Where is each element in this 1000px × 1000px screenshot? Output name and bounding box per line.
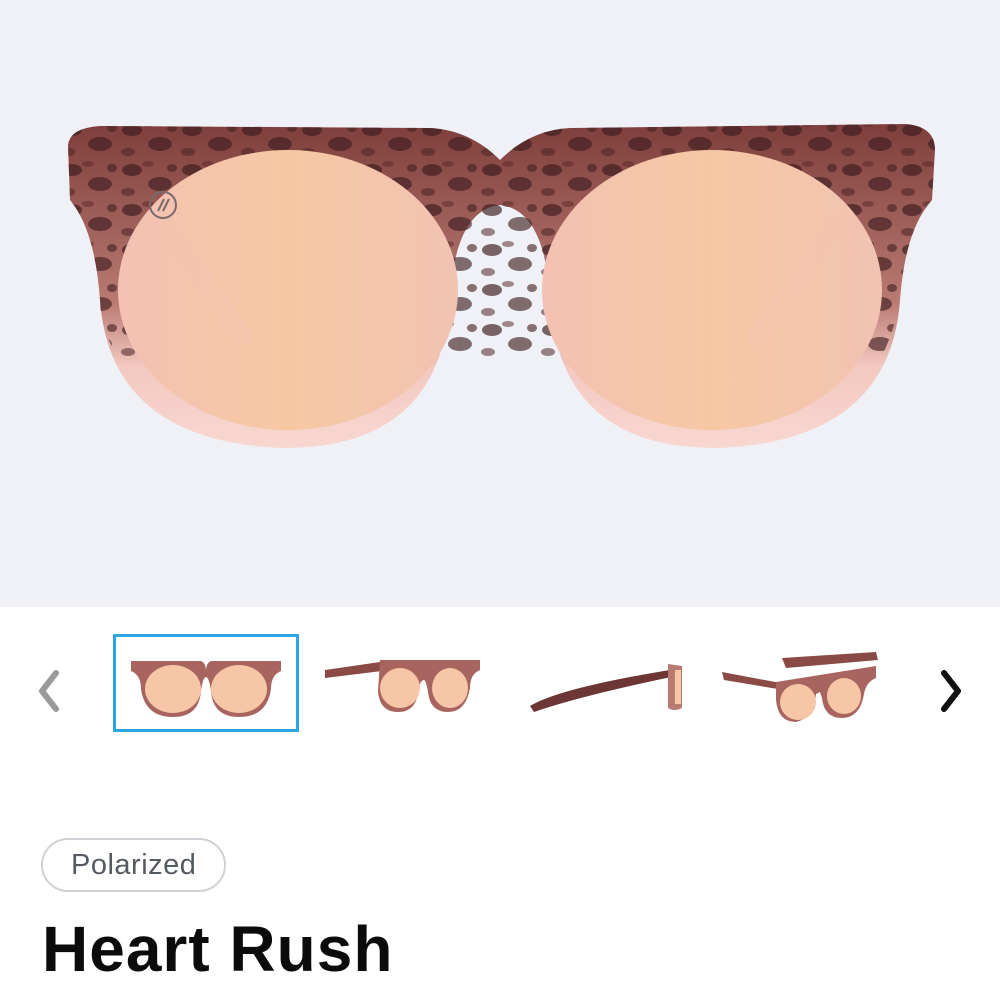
sunglasses-side-thumbnail [530, 664, 682, 712]
previous-image-button[interactable] [24, 666, 74, 716]
next-image-button[interactable] [926, 666, 976, 716]
product-main-image [0, 0, 1000, 607]
product-title: Heart Rush [42, 913, 394, 985]
chevron-right-icon [941, 670, 961, 712]
chevron-left-icon [39, 670, 59, 712]
sunglasses-front-image [68, 124, 935, 449]
polarized-badge: Polarized [41, 838, 227, 892]
sunglasses-angled-thumbnail [325, 660, 480, 712]
sunglasses-front-thumbnail [131, 661, 281, 717]
thumbnail-side[interactable] [512, 634, 698, 732]
thumbnail-three-quarter[interactable] [708, 634, 894, 732]
thumbnail-front[interactable] [113, 634, 299, 732]
sunglasses-three-quarter-thumbnail [722, 652, 878, 722]
thumbnail-front-angled[interactable] [312, 634, 498, 732]
